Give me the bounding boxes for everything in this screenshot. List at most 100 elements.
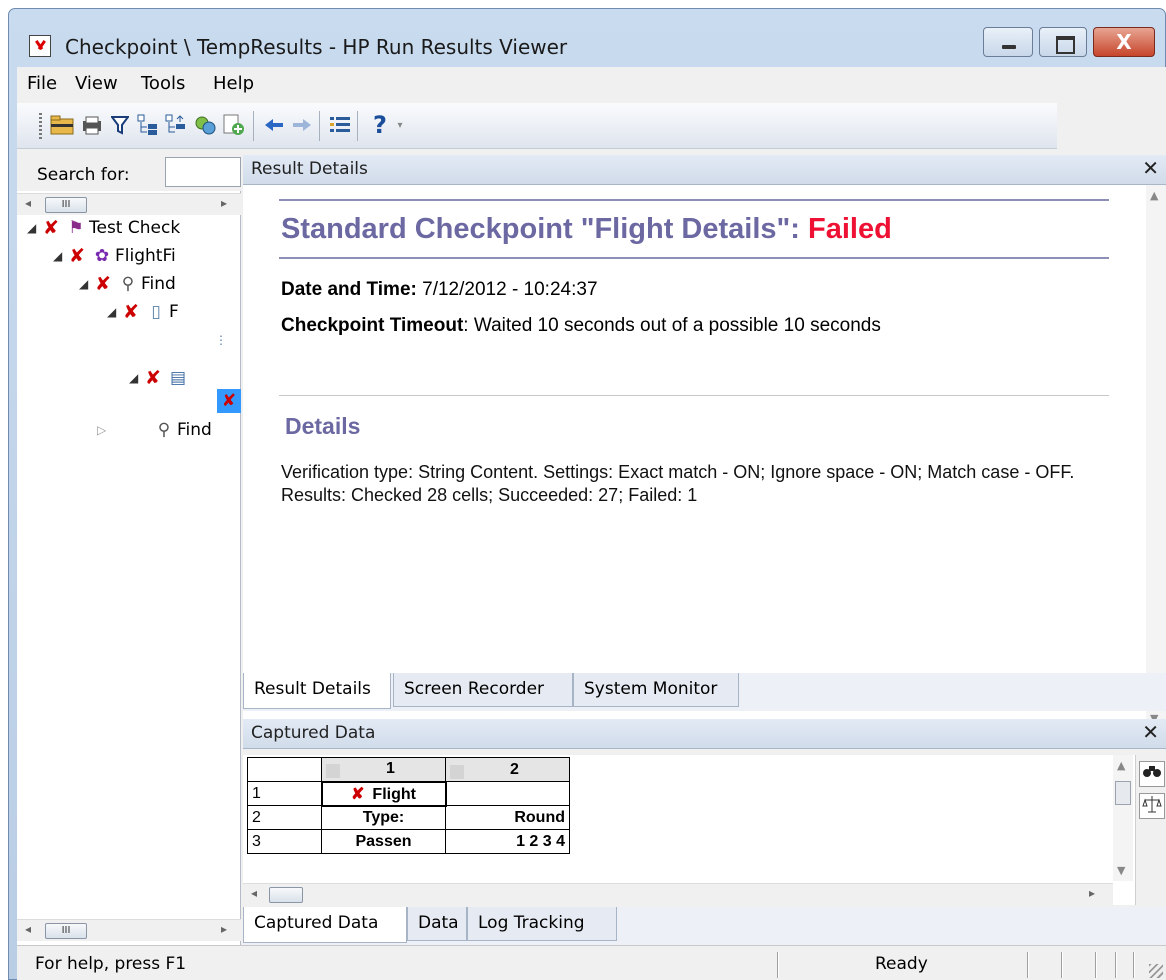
- tree-bottom-scrollbar[interactable]: ◂ III ▸: [17, 919, 241, 941]
- compare-scales-icon[interactable]: [1139, 793, 1165, 819]
- scroll-up-icon[interactable]: ▲: [1150, 189, 1158, 202]
- scroll-left-icon[interactable]: ◂: [25, 922, 31, 936]
- print-icon[interactable]: [79, 111, 105, 139]
- close-pane-icon[interactable]: ✕: [1142, 156, 1159, 180]
- scroll-thumb[interactable]: III: [45, 197, 87, 213]
- tab-system-monitor[interactable]: System Monitor: [573, 673, 739, 707]
- back-icon[interactable]: [261, 111, 287, 139]
- date-time-line: Date and Time: 7/12/2012 - 10:24:37: [281, 279, 598, 301]
- grid-horizontal-scrollbar[interactable]: ◂ ▸: [243, 883, 1113, 905]
- scroll-right-icon[interactable]: ▸: [221, 922, 227, 936]
- row-number: 1: [247, 781, 322, 806]
- test-icon: ⚑: [68, 218, 84, 238]
- tab-log-tracking[interactable]: Log Tracking: [467, 907, 617, 941]
- table-cell[interactable]: Type:: [321, 805, 446, 830]
- page-icon: ▯: [151, 302, 161, 322]
- date-label: Date and Time:: [281, 279, 417, 300]
- forward-icon[interactable]: [289, 111, 315, 139]
- scroll-up-icon[interactable]: ▲: [1117, 759, 1125, 772]
- table-cell[interactable]: [445, 781, 570, 806]
- bottom-tabs: Captured Data Data Log Tracking: [243, 907, 1166, 945]
- expand-all-icon[interactable]: [135, 111, 161, 139]
- tree-item-table[interactable]: ◢ ✘ ▤: [129, 365, 191, 391]
- failed-icon: ✘: [145, 367, 161, 389]
- toolbar-overflow-icon[interactable]: ▾: [395, 111, 405, 139]
- toolbar-separator: [319, 111, 320, 141]
- column-header[interactable]: 2: [445, 757, 570, 782]
- tree-item-action[interactable]: ◢ ✘ ✿ FlightFi: [53, 243, 176, 269]
- cell-value: Flight: [372, 785, 416, 803]
- menu-file[interactable]: File: [27, 73, 57, 94]
- grid-vertical-scrollbar[interactable]: ▲ ▼: [1113, 755, 1133, 881]
- tree-item-find-2[interactable]: ▷ ⚲ Find: [97, 417, 212, 443]
- tree-item-page[interactable]: ◢ ✘ ▯ F: [107, 299, 179, 325]
- result-details-header: Result Details ✕: [243, 155, 1166, 185]
- column-select-box[interactable]: [450, 764, 464, 779]
- magnifier-icon: ⚲: [157, 420, 171, 440]
- close-button[interactable]: X: [1093, 27, 1155, 57]
- resize-grip-icon[interactable]: [1149, 964, 1163, 978]
- result-details-body: Standard Checkpoint "Flight Details": Fa…: [243, 185, 1166, 729]
- tab-screen-recorder[interactable]: Screen Recorder: [393, 673, 573, 707]
- tree-item-find[interactable]: ◢ ✘ ⚲ Find: [79, 271, 176, 297]
- scroll-left-icon[interactable]: ◂: [251, 886, 257, 900]
- title-bar[interactable]: Checkpoint \ TempResults - HP Run Result…: [9, 9, 1165, 65]
- export-icon[interactable]: [221, 111, 247, 139]
- table-icon: ▤: [169, 368, 187, 388]
- scroll-thumb[interactable]: [269, 887, 303, 903]
- result-vertical-scrollbar[interactable]: ▲ ▼: [1146, 185, 1166, 729]
- binoculars-icon[interactable]: [1139, 761, 1165, 787]
- scroll-right-icon[interactable]: ▸: [1089, 886, 1095, 900]
- table-cell[interactable]: Round: [445, 805, 570, 830]
- status-divider: [1095, 952, 1097, 978]
- table-cell-failed[interactable]: ✘ Flight: [320, 780, 447, 807]
- collapse-triangle-icon[interactable]: ◢: [79, 277, 95, 291]
- tree-top-scrollbar[interactable]: ◂ III ▸: [17, 193, 241, 215]
- table-cell[interactable]: 1 2 3 4: [445, 829, 570, 854]
- search-input[interactable]: [165, 157, 241, 187]
- column-header[interactable]: 1: [321, 757, 446, 782]
- status-bar: For help, press F1 Ready: [17, 945, 1166, 980]
- maximize-button[interactable]: [1039, 27, 1087, 57]
- collapse-triangle-icon[interactable]: ◢: [27, 221, 43, 235]
- column-select-box[interactable]: [326, 764, 340, 779]
- status-divider: [1061, 952, 1063, 978]
- collapse-triangle-icon[interactable]: ◢: [107, 305, 123, 319]
- table-cell[interactable]: Passen: [321, 829, 446, 854]
- table-row[interactable]: 2 Type: Round: [247, 805, 570, 830]
- menu-view[interactable]: View: [75, 73, 118, 94]
- details-text: Verification type: String Content. Setti…: [281, 462, 1075, 505]
- captured-data-body: 1 2 1 ✘ Flight 2 Type: Round 3 Passen 1 2…: [243, 755, 1166, 905]
- timeout-line: Checkpoint Timeout: Waited 10 seconds ou…: [281, 315, 881, 337]
- list-node-icon[interactable]: ⋮: [215, 327, 227, 353]
- open-folder-icon[interactable]: [49, 111, 75, 139]
- status-divider: [1133, 952, 1135, 978]
- close-pane-icon[interactable]: ✕: [1142, 720, 1159, 744]
- collapse-triangle-icon[interactable]: ◢: [129, 371, 145, 385]
- table-row[interactable]: 3 Passen 1 2 3 4: [247, 829, 570, 854]
- scroll-thumb-vertical[interactable]: [1115, 781, 1131, 805]
- menu-help[interactable]: Help: [213, 73, 254, 94]
- toolbar-grip[interactable]: [39, 113, 42, 139]
- help-icon[interactable]: ?: [367, 111, 393, 139]
- selected-checkpoint-icon[interactable]: ✘: [217, 389, 241, 413]
- scroll-down-icon[interactable]: ▼: [1117, 864, 1125, 877]
- scroll-thumb[interactable]: III: [45, 923, 87, 939]
- expand-triangle-icon[interactable]: ▷: [97, 423, 113, 437]
- tree-item-test[interactable]: ◢ ✘ ⚑ Test Check: [27, 215, 180, 241]
- menu-tools[interactable]: Tools: [141, 73, 185, 94]
- collapse-triangle-icon[interactable]: ◢: [53, 249, 69, 263]
- tab-data[interactable]: Data: [407, 907, 467, 941]
- filter-icon[interactable]: [107, 111, 133, 139]
- tab-result-details[interactable]: Result Details: [243, 673, 391, 709]
- tab-captured-data[interactable]: Captured Data: [243, 907, 407, 943]
- failed-icon: ✘: [123, 301, 139, 323]
- timeout-value: : Waited 10 seconds out of a possible 10…: [463, 315, 881, 336]
- list-icon[interactable]: [327, 111, 353, 139]
- minimize-button[interactable]: [983, 27, 1033, 57]
- collapse-all-icon[interactable]: [163, 111, 189, 139]
- go-to-node-icon[interactable]: [193, 111, 219, 139]
- table-row[interactable]: 1 ✘ Flight: [247, 780, 570, 807]
- scroll-right-icon[interactable]: ▸: [221, 196, 227, 210]
- scroll-left-icon[interactable]: ◂: [25, 196, 31, 210]
